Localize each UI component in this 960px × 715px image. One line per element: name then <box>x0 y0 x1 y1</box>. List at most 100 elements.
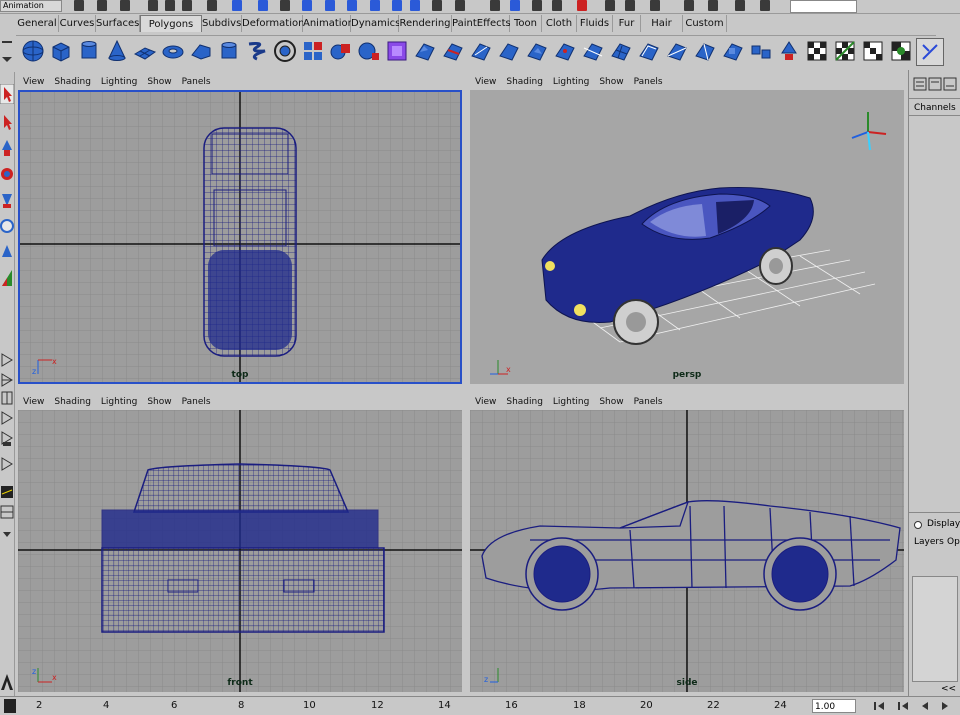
display-radio-label[interactable]: Display <box>927 519 960 529</box>
shelf-editor-icon[interactable] <box>916 38 944 66</box>
tab-polygons[interactable]: Polygons <box>140 15 202 32</box>
curve-tool-icon[interactable] <box>510 0 520 11</box>
poly-cone-icon[interactable] <box>104 38 130 64</box>
tab-general[interactable]: General <box>16 15 59 32</box>
layout-outliner-icon[interactable] <box>0 408 14 428</box>
menu-shading[interactable]: Shading <box>506 397 543 407</box>
menu-shading[interactable]: Shading <box>54 397 91 407</box>
tab-cloth[interactable]: Cloth <box>542 15 577 32</box>
sew-uvs-icon[interactable] <box>860 38 886 64</box>
menu-panels[interactable]: Panels <box>182 77 211 87</box>
snap-view-plane-icon[interactable] <box>325 0 335 11</box>
viewport-persp[interactable]: View Shading Lighting Show Panels x pers… <box>470 74 904 384</box>
mask-icon[interactable] <box>207 0 217 11</box>
poly-plane-icon[interactable] <box>132 38 158 64</box>
menu-view[interactable]: View <box>23 77 44 87</box>
viewport-canvas[interactable]: zx top <box>18 90 462 384</box>
timeline-handle-icon[interactable] <box>4 699 16 713</box>
layout-graph-editor-icon[interactable] <box>0 482 14 502</box>
current-time-field[interactable]: 1.00 <box>812 699 856 713</box>
poly-soccer-icon[interactable] <box>272 38 298 64</box>
checker-toggle-icon[interactable] <box>888 38 914 64</box>
channel-box-mode-icons[interactable] <box>913 76 957 94</box>
history-icon[interactable] <box>370 0 380 11</box>
viewport-canvas[interactable]: xz front <box>18 410 462 692</box>
open-scene-icon[interactable] <box>97 0 107 11</box>
append-polygon-icon[interactable] <box>468 38 494 64</box>
menu-show[interactable]: Show <box>147 397 171 407</box>
edge-icon[interactable] <box>552 0 562 11</box>
layout-script-icon[interactable] <box>0 454 14 474</box>
live-surface-icon[interactable] <box>347 0 357 11</box>
tab-dynamics[interactable]: Dynamics <box>351 15 400 32</box>
uv-texture-editor-icon[interactable] <box>804 38 830 64</box>
viewport-top[interactable]: View Shading Lighting Show Panels zx top <box>18 74 462 384</box>
automatic-mapping-icon[interactable] <box>748 38 774 64</box>
tab-custom[interactable]: Custom <box>683 15 727 32</box>
mode-menu[interactable]: Animation <box>0 0 62 12</box>
layout-dope-sheet-icon[interactable] <box>0 502 14 522</box>
menu-show[interactable]: Show <box>147 77 171 87</box>
separate-icon[interactable] <box>356 38 382 64</box>
layer-list[interactable] <box>912 576 958 682</box>
select-tool-icon[interactable] <box>0 84 14 104</box>
split-polygon-icon[interactable] <box>440 38 466 64</box>
tab-deformation[interactable]: Deformation <box>242 15 304 32</box>
poly-pipe-icon[interactable] <box>216 38 242 64</box>
viewport-front[interactable]: View Shading Lighting Show Panels xz front <box>18 394 462 692</box>
menu-panels[interactable]: Panels <box>634 77 663 87</box>
tab-toon[interactable]: Toon <box>510 15 542 32</box>
select-object-icon[interactable] <box>165 0 175 11</box>
time-slider[interactable]: 2 4 6 8 10 12 14 16 18 20 22 24 1.00 <box>0 696 960 715</box>
layers-menu[interactable]: Layers <box>914 537 944 547</box>
poly-platonic-icon[interactable] <box>300 38 326 64</box>
tab-painteffects[interactable]: PaintEffects <box>452 15 511 32</box>
hypershade-icon[interactable] <box>684 0 694 11</box>
layout-menu-arrow-icon[interactable] <box>0 524 14 544</box>
snap-curve-icon[interactable] <box>280 0 290 11</box>
menu-lighting[interactable]: Lighting <box>553 397 589 407</box>
menu-lighting[interactable]: Lighting <box>101 397 137 407</box>
cut-faces-icon[interactable] <box>580 38 606 64</box>
merge-vertices-icon[interactable] <box>552 38 578 64</box>
layout-four-icon[interactable] <box>0 370 14 390</box>
tab-subdivs[interactable]: Subdivs <box>202 15 242 32</box>
cut-uvs-icon[interactable] <box>832 38 858 64</box>
collapse-panel-button[interactable]: << <box>941 684 956 694</box>
quadrangulate-icon[interactable] <box>692 38 718 64</box>
quick-selection-field[interactable] <box>790 0 857 13</box>
poly-helix-icon[interactable] <box>244 38 270 64</box>
rotate-tool-icon[interactable] <box>0 164 14 184</box>
subdivide-icon[interactable] <box>608 38 634 64</box>
viewport-canvas[interactable]: x persp <box>470 90 904 384</box>
render-globals-icon[interactable] <box>735 0 745 11</box>
scale-tool-icon[interactable] <box>0 190 14 210</box>
extrude-face-icon[interactable] <box>412 38 438 64</box>
tab-hair[interactable]: Hair <box>641 15 683 32</box>
menu-shading[interactable]: Shading <box>506 77 543 87</box>
selection-field-icon[interactable] <box>760 0 770 11</box>
viewport-canvas[interactable]: z side <box>470 410 904 692</box>
grid-toggle-icon[interactable] <box>490 0 500 11</box>
tab-fluids[interactable]: Fluids <box>577 15 613 32</box>
menu-shading[interactable]: Shading <box>54 77 91 87</box>
tab-rendering[interactable]: Rendering <box>399 15 452 32</box>
ipr-render-icon[interactable] <box>455 0 465 11</box>
tab-curves[interactable]: Curves <box>59 15 96 32</box>
menu-lighting[interactable]: Lighting <box>101 77 137 87</box>
shelf-menu[interactable] <box>0 35 14 68</box>
options-menu[interactable]: Op <box>947 537 960 547</box>
magnet-icon[interactable] <box>577 0 587 11</box>
show-manipulator-icon[interactable] <box>0 268 14 288</box>
save-scene-icon[interactable] <box>120 0 130 11</box>
menu-view[interactable]: View <box>475 77 496 87</box>
playback-controls[interactable] <box>872 700 958 712</box>
viewport-side[interactable]: View Shading Lighting Show Panels z side <box>470 394 904 692</box>
outputs-icon[interactable] <box>410 0 420 11</box>
menu-panels[interactable]: Panels <box>182 397 211 407</box>
vertex-icon[interactable] <box>532 0 542 11</box>
poly-prism-icon[interactable] <box>188 38 214 64</box>
channels-tab[interactable]: Channels <box>909 98 960 116</box>
snap-grid-icon[interactable] <box>258 0 268 11</box>
boolean-icon[interactable] <box>384 38 410 64</box>
